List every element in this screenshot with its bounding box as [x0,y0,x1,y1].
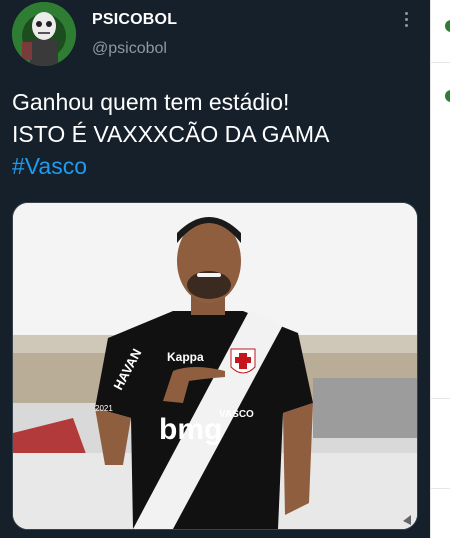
hashtag-link[interactable]: #Vasco [12,150,412,182]
side-panel [430,0,450,538]
jersey-brand: Kappa [167,350,204,364]
jersey-year: 2021 [95,404,113,413]
divider [431,398,450,399]
more-vertical-icon[interactable] [398,12,414,32]
user-handle[interactable]: @psicobol [92,40,167,58]
side-avatar[interactable] [445,90,450,102]
jersey-sponsor: bmg [159,413,222,446]
divider [431,62,450,63]
avatar-image [12,2,76,66]
jersey-sponsor-small: VASCO [219,409,254,420]
display-name[interactable]: PSICOBOL [92,11,177,29]
tweet-media-photo[interactable]: bmg VASCO Kappa HAVAN 2021 [12,202,418,530]
tweet-card[interactable]: PSICOBOL @psicobol Ganhou quem tem estád… [0,0,430,538]
side-avatar[interactable] [445,20,450,32]
player-photo: bmg VASCO Kappa HAVAN 2021 [13,203,417,529]
avatar[interactable] [12,2,76,66]
divider [431,488,450,489]
tweet-text-line: Ganhou quem tem estádio! [12,89,290,115]
tweet-text: Ganhou quem tem estádio! ISTO É VAXXXCÃO… [12,86,412,182]
tweet-text-line: ISTO É VAXXXCÃO DA GAMA [12,121,330,147]
